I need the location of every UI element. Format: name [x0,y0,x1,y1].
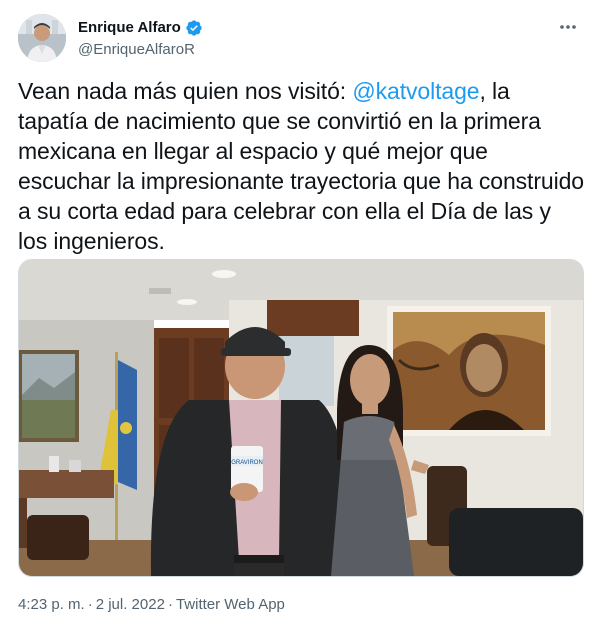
tweet: Enrique Alfaro @EnriqueAlfaroR Vean nada… [0,0,600,629]
tweet-meta: 4:23 p. m. · 2 jul. 2022 · Twitter Web App [18,595,285,615]
tweet-date[interactable]: 2 jul. 2022 [96,596,165,613]
author-names: Enrique Alfaro @EnriqueAlfaroR [78,18,203,60]
tweet-text-after: , la tapatía de nacimiento que se convir… [18,78,584,254]
more-dots-icon[interactable] [554,16,582,38]
verified-badge-icon [185,19,203,37]
tweet-header: Enrique Alfaro @EnriqueAlfaroR [18,14,584,64]
mention-link[interactable]: @katvoltage [352,78,479,104]
meta-separator: · [87,596,93,613]
tweet-photo[interactable]: GRAVIRON [18,259,584,577]
tweet-time[interactable]: 4:23 p. m. [18,596,85,613]
avatar[interactable] [18,14,66,62]
cup-label: GRAVIRON [231,460,263,466]
tweet-text-before: Vean nada más quien nos visitó: [18,78,353,104]
meta-separator-2: · [167,596,173,613]
tweet-text: Vean nada más quien nos visitó: @katvolt… [18,76,584,256]
author-display-name[interactable]: Enrique Alfaro [78,18,203,38]
tweet-source[interactable]: Twitter Web App [176,596,285,613]
author-display-name-text: Enrique Alfaro [78,19,181,36]
author-handle[interactable]: @EnriqueAlfaroR [78,40,203,60]
